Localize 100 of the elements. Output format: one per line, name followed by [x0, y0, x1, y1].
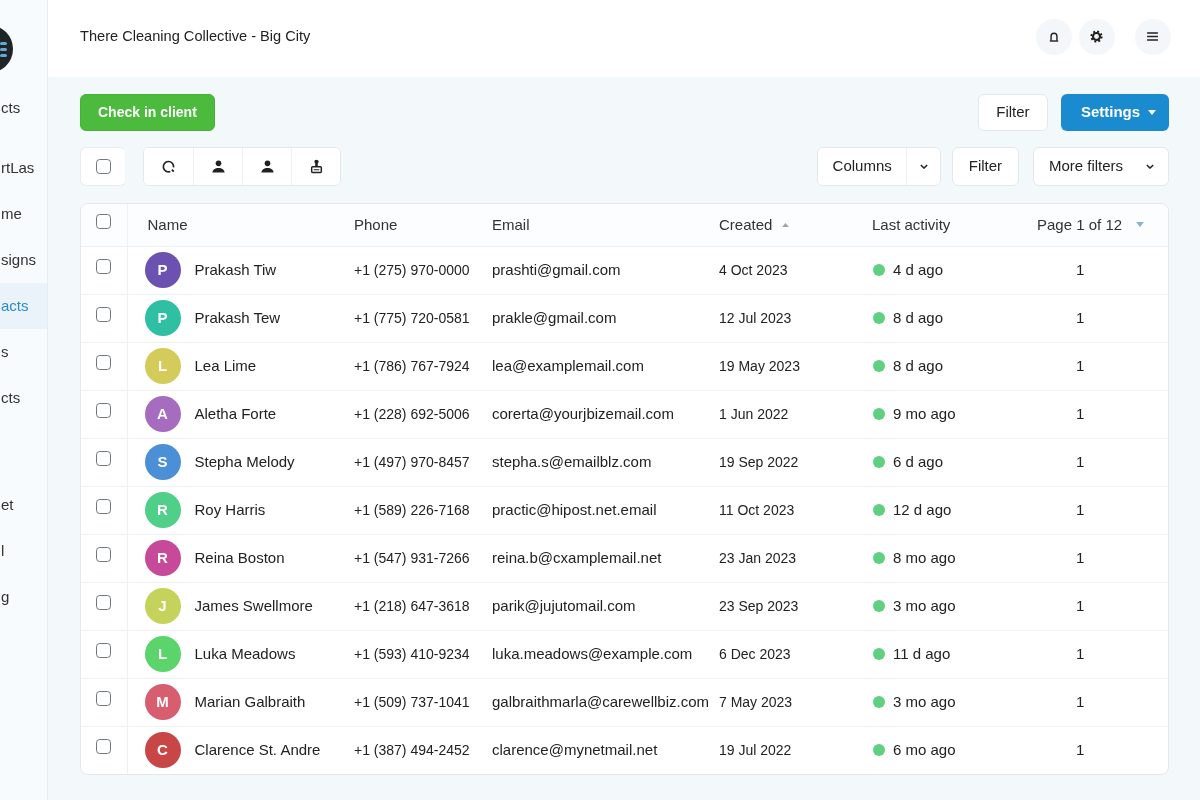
phone-number: +1 (593) 410-9234: [354, 645, 470, 662]
stamp-button[interactable]: [291, 148, 340, 185]
select-all-checkbox[interactable]: [95, 159, 111, 174]
sidebar-item[interactable]: me: [0, 191, 47, 237]
sidebar-item[interactable]: s: [0, 329, 47, 375]
sidebar-item[interactable]: cts: [0, 85, 47, 131]
contact-avatar: L: [144, 348, 181, 384]
row-checkbox[interactable]: [96, 594, 112, 610]
menu-button[interactable]: [1134, 18, 1171, 55]
row-checkbox[interactable]: [96, 306, 112, 322]
logo-icon[interactable]: [0, 25, 14, 73]
sidebar-item[interactable]: et: [0, 482, 47, 528]
phone-number: +1 (786) 767-7924: [354, 357, 470, 374]
status-dot-icon: [873, 744, 885, 757]
contact-name: Reina Boston: [194, 547, 285, 568]
page-number: 1: [1076, 260, 1085, 278]
page-number: 1: [1076, 644, 1085, 662]
status-dot-icon: [873, 456, 885, 468]
column-header: Last activity: [872, 214, 951, 235]
status-dot-icon: [873, 552, 885, 564]
more-filters-button[interactable]: More filters: [1032, 147, 1169, 186]
status-dot-icon: [873, 648, 885, 660]
settings-icon-button[interactable]: [1078, 18, 1115, 55]
row-checkbox[interactable]: [96, 739, 112, 754]
last-activity: 11 d ago: [893, 643, 951, 664]
contact-name: Clarence St. Andre: [194, 740, 321, 760]
notifications-button[interactable]: [1035, 18, 1072, 55]
status-dot-icon: [873, 504, 885, 516]
filter-button[interactable]: Filter: [977, 94, 1048, 131]
contact-avatar: C: [144, 732, 181, 769]
column-header: Name: [147, 214, 188, 235]
column-header[interactable]: Created: [719, 213, 773, 236]
email-address: prashti@gmail.com: [492, 260, 621, 278]
phone-number: +1 (218) 647-3618: [354, 597, 470, 614]
phone-number: +1 (228) 692-5006: [354, 405, 470, 422]
last-activity: 8 d ago: [893, 307, 944, 328]
page-number: 1: [1076, 404, 1085, 422]
bell-icon: [1048, 30, 1059, 43]
row-checkbox[interactable]: [96, 450, 112, 466]
column-header: Email: [492, 214, 530, 235]
contact-name: James Swellmore: [194, 595, 313, 616]
sidebar-item[interactable]: g: [0, 574, 47, 620]
last-activity: 8 d ago: [893, 355, 944, 376]
created-date: 6 Dec 2023: [719, 645, 791, 662]
created-date: 4 Oct 2023: [719, 261, 788, 278]
contact-name: Stepha Melody: [194, 451, 295, 472]
menu-icon: [1147, 32, 1159, 41]
status-dot-icon: [873, 312, 885, 324]
created-date: 23 Jan 2023: [719, 549, 797, 566]
email-address: prakle@gmail.com: [492, 308, 617, 326]
contact-name: Marian Galbraith: [194, 691, 306, 712]
last-activity: 8 mo ago: [893, 547, 956, 568]
contact-avatar: S: [144, 444, 181, 480]
contact-avatar: R: [144, 540, 181, 576]
contact-avatar: M: [144, 684, 181, 720]
last-activity: 3 mo ago: [893, 595, 956, 616]
select-all-button[interactable]: [80, 147, 126, 186]
select-all-checkbox[interactable]: [96, 213, 112, 229]
gear-icon: [1090, 30, 1104, 43]
sidebar-item[interactable]: signs: [0, 237, 47, 283]
status-dot-icon: [873, 264, 885, 276]
email-address: stepha.s@emailblz.com: [492, 452, 652, 470]
sidebar-item[interactable]: l: [0, 528, 47, 574]
row-checkbox[interactable]: [96, 546, 112, 562]
row-checkbox[interactable]: [96, 354, 112, 370]
phone-number: +1 (547) 931-7266: [354, 549, 470, 566]
sidebar-item[interactable]: rtLas: [0, 145, 47, 191]
caret-down-icon: [1147, 110, 1156, 115]
status-dot-icon: [873, 360, 885, 372]
row-checkbox[interactable]: [96, 258, 112, 274]
filter-button[interactable]: Filter: [951, 147, 1019, 186]
created-date: 19 Sep 2022: [719, 453, 799, 470]
sidebar-item[interactable]: cts: [0, 375, 47, 421]
page-number: 1: [1076, 548, 1085, 566]
settings-button[interactable]: Settings: [1060, 94, 1169, 131]
row-checkbox[interactable]: [96, 642, 112, 658]
row-checkbox[interactable]: [96, 402, 112, 418]
user-icon: [259, 159, 275, 174]
phone-number: +1 (497) 970-8457: [354, 453, 470, 470]
contact-avatar: P: [144, 300, 181, 336]
chevron-down-icon: [1145, 164, 1154, 169]
contact-avatar: A: [144, 396, 181, 432]
created-date: 19 Jul 2022: [719, 741, 792, 758]
contact-name: Prakash Tiw: [194, 259, 277, 280]
chevron-down-icon: [919, 164, 928, 169]
contact-name: Roy Harris: [194, 499, 266, 520]
status-dot-icon: [873, 600, 885, 612]
row-checkbox[interactable]: [96, 498, 112, 514]
last-activity: 6 mo ago: [893, 740, 956, 760]
row-checkbox[interactable]: [96, 690, 112, 706]
email-address: reina.b@cxamplemail.net: [492, 548, 662, 566]
stamp-icon: [309, 159, 323, 174]
email-address: corerta@yourjbizemail.com: [492, 404, 674, 422]
status-dot-icon: [873, 696, 885, 708]
created-date: 12 Jul 2023: [719, 309, 792, 326]
email-address: luka.meadows@example.com: [492, 644, 693, 662]
contact-name: Aletha Forte: [194, 403, 277, 424]
page-number: 1: [1076, 500, 1085, 518]
email-address: clarence@mynetmail.net: [492, 741, 658, 758]
contact-avatar: R: [144, 492, 181, 528]
